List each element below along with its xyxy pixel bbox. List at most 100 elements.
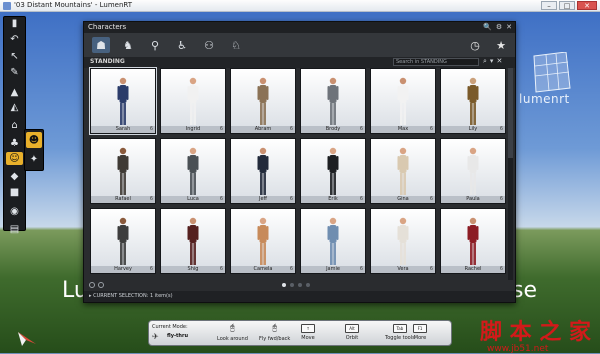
character-count: 6 bbox=[219, 196, 223, 202]
character-figure-icon bbox=[467, 147, 479, 195]
character-card[interactable]: Gina 6 bbox=[370, 138, 436, 204]
animal-icon[interactable]: ♘ bbox=[227, 37, 245, 53]
character-caption: Ingrid 6 bbox=[161, 126, 225, 133]
close-button[interactable]: ✕ bbox=[577, 1, 597, 10]
character-card[interactable]: Erik 6 bbox=[300, 138, 366, 204]
wheelchair-icon[interactable]: ♿ bbox=[173, 37, 191, 53]
nav-item-label: Orbit bbox=[345, 335, 359, 341]
search-icon[interactable]: ⌕ bbox=[483, 57, 487, 66]
camera-icon[interactable]: ◉ bbox=[6, 205, 23, 218]
page-dot[interactable] bbox=[306, 283, 310, 287]
character-card[interactable]: Max 6 bbox=[370, 68, 436, 134]
character-name: Paula bbox=[466, 196, 480, 202]
next-page-icon[interactable] bbox=[98, 282, 104, 288]
character-card[interactable]: Lily 6 bbox=[440, 68, 506, 134]
nav-item-label: Toggle tools bbox=[385, 335, 415, 341]
nav-item-more[interactable]: F1 More bbox=[413, 322, 427, 344]
character-figure-icon bbox=[117, 147, 129, 195]
wand-icon[interactable]: ✦ bbox=[26, 151, 42, 167]
character-card[interactable]: Vera 6 bbox=[370, 208, 436, 274]
maximize-button[interactable]: □ bbox=[559, 1, 575, 10]
group-icon[interactable]: ⚇ bbox=[200, 37, 218, 53]
character-count: 6 bbox=[289, 266, 293, 272]
character-card[interactable]: Brody 6 bbox=[300, 68, 366, 134]
pointer-icon[interactable]: ↖ bbox=[6, 50, 23, 63]
character-caption: Rafael 6 bbox=[91, 196, 155, 203]
mountain-icon[interactable]: ◭ bbox=[6, 101, 23, 114]
section-label: STANDING bbox=[90, 58, 125, 65]
character-card[interactable]: Rafael 6 bbox=[90, 138, 156, 204]
recent-icon[interactable]: ◷ bbox=[467, 37, 483, 53]
character-card[interactable]: Harvey 6 bbox=[90, 208, 156, 274]
clear-search-icon[interactable]: ✕ bbox=[496, 57, 502, 66]
search-input[interactable]: Search in STANDING bbox=[393, 58, 479, 66]
character-caption: Harvey 6 bbox=[91, 266, 155, 273]
character-card[interactable]: Rachel 6 bbox=[440, 208, 506, 274]
video-icon[interactable]: ▤ bbox=[6, 223, 23, 236]
page-dot[interactable] bbox=[298, 283, 302, 287]
vehicle-icon[interactable]: ◆ bbox=[6, 170, 23, 183]
scrollbar-thumb[interactable] bbox=[508, 68, 513, 158]
current-selection-text[interactable]: ▸ CURRENT SELECTION: 1 item(s) bbox=[89, 293, 173, 299]
character-name: Ingrid bbox=[185, 126, 201, 132]
grid-scrollbar[interactable] bbox=[508, 68, 513, 280]
nav-item-move[interactable]: ↑ Move bbox=[301, 322, 315, 344]
nav-item-toggle-tools[interactable]: Tab Toggle tools bbox=[385, 322, 415, 344]
character-figure-icon bbox=[187, 217, 199, 265]
character-card[interactable]: Shig 6 bbox=[160, 208, 226, 274]
character-caption: Vera 6 bbox=[371, 266, 435, 273]
characters-icon[interactable]: ☺ bbox=[6, 152, 23, 166]
character-card[interactable]: Jamie 6 bbox=[300, 208, 366, 274]
character-card[interactable]: Luca 6 bbox=[160, 138, 226, 204]
character-card[interactable]: Ingrid 6 bbox=[160, 68, 226, 134]
favorites-icon[interactable]: ★ bbox=[493, 37, 509, 53]
filter-dropdown-icon[interactable]: ▾ bbox=[490, 57, 494, 66]
character-caption: Camela 6 bbox=[231, 266, 295, 273]
person-add-icon[interactable]: ☻ bbox=[26, 132, 42, 148]
object-icon[interactable]: ■ bbox=[6, 186, 23, 199]
section-header: STANDING Search in STANDING ⌕ ▾ ✕ bbox=[84, 57, 515, 68]
landscape-icon[interactable]: ⌂ bbox=[6, 119, 23, 132]
nav-item-fly-fwd-back[interactable]: 🖰 Fly fwd/back bbox=[259, 322, 290, 344]
key-hint: Tab bbox=[392, 324, 407, 333]
character-caption: Jamie 6 bbox=[301, 266, 365, 273]
character-caption: Abram 6 bbox=[231, 126, 295, 133]
character-card[interactable]: Sarah 6 bbox=[89, 67, 157, 135]
current-mode[interactable]: Current Mode: ✈ fly-thru bbox=[149, 321, 199, 345]
page-dot[interactable] bbox=[282, 283, 286, 287]
panel-close-icon[interactable]: ✕ bbox=[506, 23, 512, 31]
character-name: Lily bbox=[468, 126, 478, 132]
watermark-text: 脚 本 之 家 bbox=[480, 319, 591, 345]
page-dot[interactable] bbox=[290, 283, 294, 287]
character-name: Max bbox=[397, 126, 409, 132]
sitting-icon[interactable]: ♞ bbox=[119, 37, 137, 53]
minimize-button[interactable]: – bbox=[541, 1, 557, 10]
book-icon[interactable]: ▮ bbox=[6, 17, 23, 30]
character-count: 6 bbox=[359, 126, 363, 132]
character-figure-icon bbox=[187, 147, 199, 195]
character-card[interactable]: Jeff 6 bbox=[230, 138, 296, 204]
terrain-icon[interactable]: ▲ bbox=[6, 86, 23, 99]
panel-search-icon[interactable]: 🔍 bbox=[483, 23, 492, 31]
nav-item-label: Fly fwd/back bbox=[259, 336, 291, 342]
window-title-bar: '03 Distant Mountains' - LumenRT – □ ✕ bbox=[0, 0, 600, 12]
character-count: 6 bbox=[149, 126, 153, 132]
character-card[interactable]: Camela 6 bbox=[230, 208, 296, 274]
undo-icon[interactable]: ↶ bbox=[6, 33, 23, 46]
standing-icon[interactable]: ☗ bbox=[92, 37, 110, 53]
character-name: Luca bbox=[187, 196, 199, 202]
panel-settings-icon[interactable]: ⚙ bbox=[496, 23, 502, 31]
brush-icon[interactable]: ✎ bbox=[6, 66, 23, 79]
plant-icon[interactable]: ♣ bbox=[6, 137, 23, 150]
walking-icon[interactable]: ⚲ bbox=[146, 37, 164, 53]
window-title: '03 Distant Mountains' - LumenRT bbox=[14, 1, 133, 9]
character-card[interactable]: Paula 6 bbox=[440, 138, 506, 204]
prev-page-icon[interactable] bbox=[89, 282, 95, 288]
nav-item-orbit[interactable]: Alt Orbit bbox=[345, 322, 359, 344]
character-caption: Shig 6 bbox=[161, 266, 225, 273]
character-figure-icon bbox=[397, 77, 409, 125]
panel-title: Characters bbox=[88, 23, 127, 31]
nav-item-look-around[interactable]: 🖰 Look around bbox=[217, 322, 248, 344]
nav-item-label: More bbox=[413, 335, 427, 341]
character-card[interactable]: Abram 6 bbox=[230, 68, 296, 134]
